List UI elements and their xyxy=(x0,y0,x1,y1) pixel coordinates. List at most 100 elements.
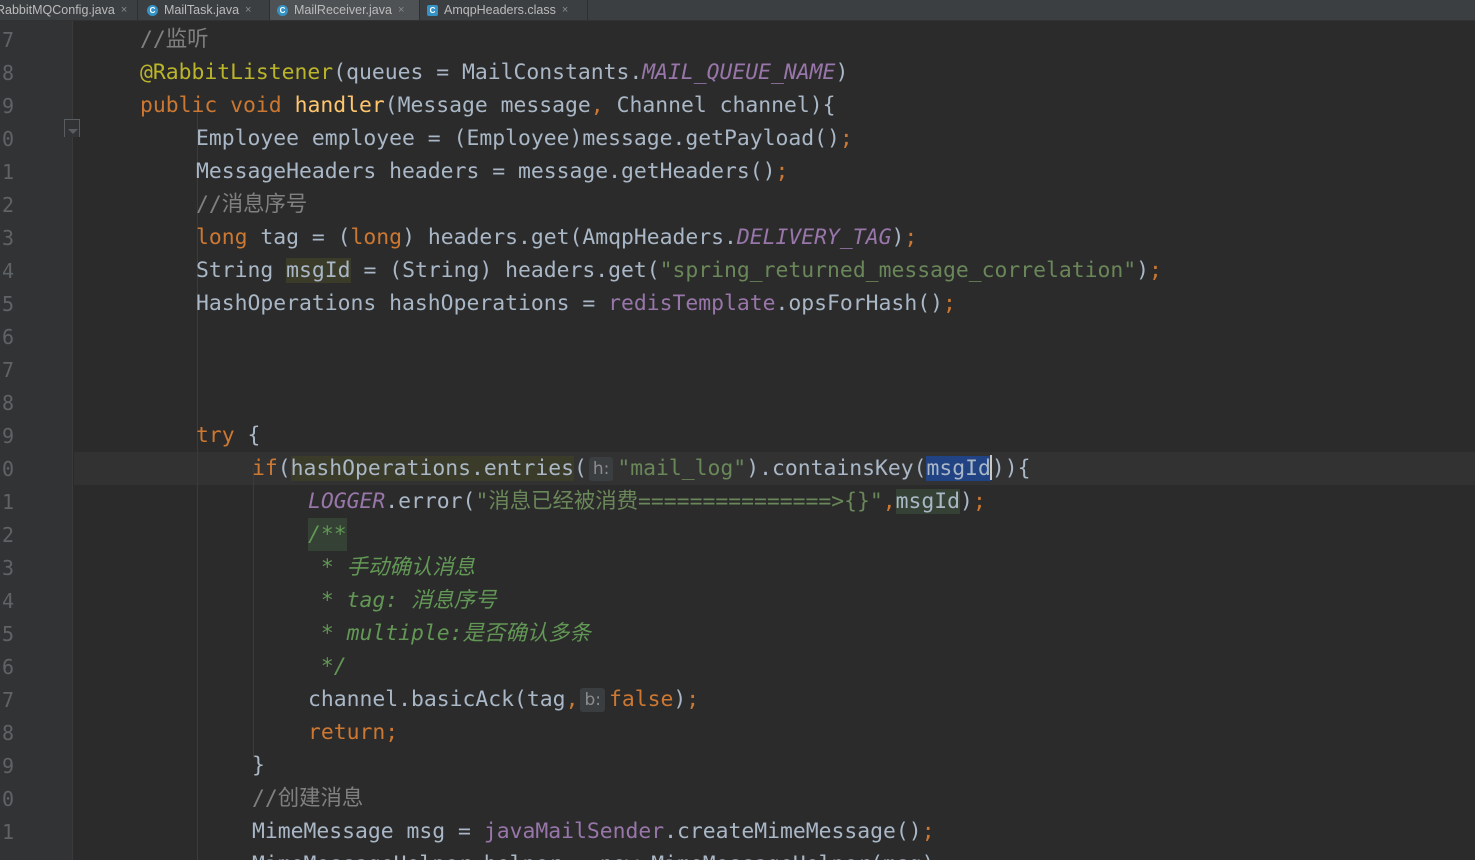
code-line[interactable]: * 手动确认消息 xyxy=(74,551,1475,584)
tab-label: MailTask.java xyxy=(164,3,240,17)
code-text: channel.basicAck(tag, b: false); xyxy=(308,683,699,716)
code-text: tag = ( xyxy=(247,225,351,250)
close-icon[interactable]: × xyxy=(398,4,404,16)
code-editor[interactable]: //监听 @RabbitListener(queues = MailConsta… xyxy=(74,21,1475,860)
code-line[interactable]: HashOperations hashOperations = redisTem… xyxy=(74,287,1475,320)
code-text: MessageHeaders headers = message.getHead… xyxy=(196,155,788,188)
editor-tab-bar: RabbitMQConfig.java × C MailTask.java × … xyxy=(0,0,1475,21)
code-text: HashOperations hashOperations = xyxy=(196,291,609,316)
string-literal: "mail_log" xyxy=(617,456,747,481)
code-line[interactable]: MimeMessageHelper helper = new MimeMessa… xyxy=(74,848,1475,860)
java-class-icon: C xyxy=(277,4,288,16)
line-number: 7 xyxy=(2,28,15,52)
code-text: String msgId = (String) headers.get("spr… xyxy=(196,254,1162,287)
line-number: 8 xyxy=(2,721,15,745)
line-number: 7 xyxy=(2,358,15,382)
code-line[interactable]: try { xyxy=(74,419,1475,452)
line-number: 2 xyxy=(2,523,15,547)
code-text: ( xyxy=(277,456,291,481)
close-icon[interactable]: × xyxy=(562,4,568,16)
code-text: @RabbitListener(queues = MailConstants.M… xyxy=(140,56,848,89)
comment: //监听 xyxy=(140,27,209,52)
line-number: 9 xyxy=(2,754,15,778)
string-literal: "消息已经被消费===============>{}" xyxy=(475,489,883,514)
semicolon: ; xyxy=(385,720,399,745)
code-text: ) headers.get(AmqpHeaders. xyxy=(402,225,737,250)
code-line[interactable]: public void handler(Message message, Cha… xyxy=(74,89,1475,122)
code-text: long tag = (long) headers.get(AmqpHeader… xyxy=(196,221,917,254)
doc-comment: /** xyxy=(308,518,347,551)
punctuation: , xyxy=(882,489,896,514)
line-number: 4 xyxy=(2,259,15,283)
code-line[interactable]: channel.basicAck(tag, b: false); xyxy=(74,683,1475,716)
code-line[interactable]: * multiple:是否确认多条 xyxy=(74,617,1475,650)
semicolon: ; xyxy=(942,291,956,316)
code-line[interactable]: */ xyxy=(74,650,1475,683)
keyword: public xyxy=(140,93,218,118)
code-text: ( xyxy=(573,456,587,481)
tab-amqpheaders[interactable]: C AmqpHeaders.class × xyxy=(420,0,588,20)
line-number: 2 xyxy=(2,193,15,217)
code-line[interactable]: //消息序号 xyxy=(74,188,1475,221)
code-text: .opsForHash() xyxy=(775,291,943,316)
line-number: 8 xyxy=(2,391,15,415)
java-class-icon: C xyxy=(147,4,158,16)
doc-comment: * 手动确认消息 xyxy=(308,555,475,580)
close-icon[interactable]: × xyxy=(245,4,251,16)
line-number: 5 xyxy=(2,622,15,646)
punctuation: , xyxy=(565,687,579,712)
tab-mailreceiver[interactable]: C MailReceiver.java × xyxy=(270,0,420,20)
punctuation: , xyxy=(590,93,604,118)
code-line[interactable]: String msgId = (String) headers.get("spr… xyxy=(74,254,1475,287)
semicolon: ; xyxy=(1149,258,1162,283)
code-line-current[interactable]: if(hashOperations.entries(h: "mail_log").… xyxy=(74,452,1475,485)
code-line[interactable]: @RabbitListener(queues = MailConstants.M… xyxy=(74,56,1475,89)
selected-text[interactable]: msgId xyxy=(926,456,991,481)
warning-highlight: hashOperations.entries xyxy=(290,456,574,481)
code-text: )){ xyxy=(991,456,1031,481)
keyword: long xyxy=(196,225,248,250)
line-number: 3 xyxy=(2,226,15,250)
keyword: return xyxy=(308,720,386,745)
comment: //创建消息 xyxy=(252,786,364,811)
code-line[interactable]: //创建消息 xyxy=(74,782,1475,815)
code-line[interactable]: MessageHeaders headers = message.getHead… xyxy=(74,155,1475,188)
code-line[interactable]: /** xyxy=(74,518,1475,551)
code-line[interactable]: //监听 xyxy=(74,23,1475,56)
tab-mailtask[interactable]: C MailTask.java × xyxy=(140,0,270,20)
code-line[interactable]: * tag: 消息序号 xyxy=(74,584,1475,617)
code-text: try { xyxy=(196,419,260,452)
tab-rabbitmqconfig[interactable]: RabbitMQConfig.java × xyxy=(0,0,138,20)
doc-comment: * tag: 消息序号 xyxy=(308,588,497,613)
line-number-gutter[interactable]: 7 8 9 0 1 2 3 4 5 6 7 8 9 0 1 2 3 4 5 6 … xyxy=(0,21,80,860)
line-number: 6 xyxy=(2,655,15,679)
code-text: .createMimeMessage() xyxy=(664,819,922,844)
code-line[interactable]: } xyxy=(74,749,1475,782)
code-text: return; xyxy=(308,716,398,749)
code-line[interactable]: MimeMessage msg = javaMailSender.createM… xyxy=(74,815,1475,848)
code-text: public void handler(Message message, Cha… xyxy=(140,89,836,122)
variable-highlight: msgId xyxy=(895,489,961,514)
compiled-class-icon: C xyxy=(427,4,438,16)
line-number: 0 xyxy=(2,127,15,151)
line-number: 0 xyxy=(2,787,15,811)
doc-comment: * multiple:是否确认多条 xyxy=(308,621,591,646)
code-text: HashOperations hashOperations = redisTem… xyxy=(196,287,956,320)
close-icon[interactable]: × xyxy=(121,4,127,16)
code-line[interactable]: LOGGER.error("消息已经被消费===============>{}"… xyxy=(74,485,1475,518)
method-name: handler xyxy=(294,93,385,118)
code-line[interactable]: Employee employee = (Employee)message.ge… xyxy=(74,122,1475,155)
line-number: 1 xyxy=(2,160,15,184)
code-line[interactable]: long tag = (long) headers.get(AmqpHeader… xyxy=(74,221,1475,254)
string-literal: "spring_returned_message_correlation" xyxy=(659,258,1137,283)
field: javaMailSender xyxy=(483,819,665,844)
keyword: try xyxy=(196,423,235,448)
code-line[interactable]: return; xyxy=(74,716,1475,749)
comment: //消息序号 xyxy=(196,192,308,217)
keyword: if xyxy=(252,456,278,481)
annotation: @RabbitListener xyxy=(140,60,334,85)
code-text: ) xyxy=(835,60,849,85)
code-text: String xyxy=(196,258,287,283)
semicolon: ; xyxy=(775,159,789,184)
semicolon: ; xyxy=(839,126,853,151)
